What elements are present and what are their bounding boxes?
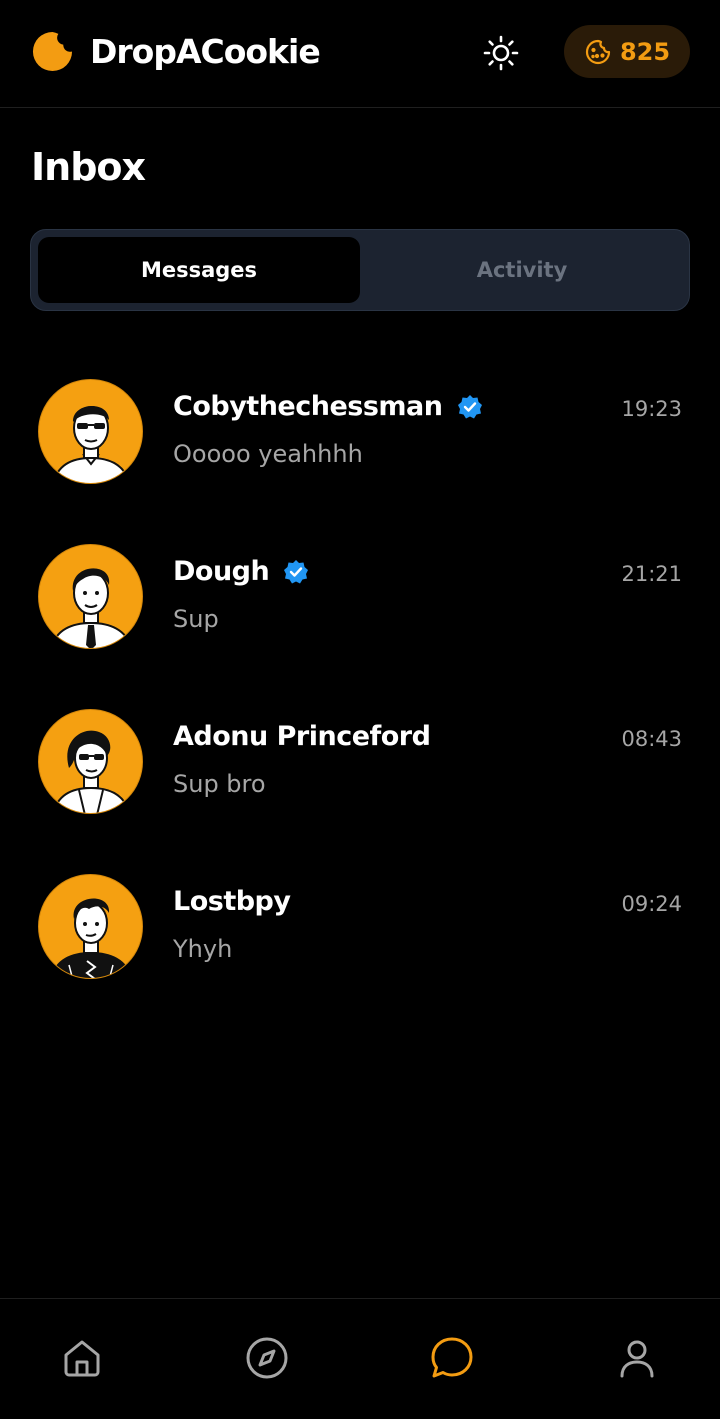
page-title: Inbox [31,145,146,189]
nav-explore[interactable] [244,1335,290,1381]
conversation-header: Adonu Princeford [173,721,431,752]
brand[interactable]: DropACookie [31,30,321,73]
conversation-item[interactable]: Lostbpy Yhyh 09:24 [0,874,720,1024]
contact-name: Lostbpy [173,886,291,917]
contact-name: Dough [173,556,270,587]
avatar [38,874,143,979]
tab-activity[interactable]: Activity [361,237,683,303]
app-name: DropACookie [90,32,321,71]
conversation-item[interactable]: Adonu Princeford Sup bro 08:43 [0,709,720,859]
home-icon [64,1340,100,1377]
avatar [38,709,143,814]
inbox-tabs: Messages Activity [30,229,690,311]
message-time: 08:43 [621,727,682,751]
tab-messages[interactable]: Messages [38,237,360,303]
message-time: 21:21 [621,562,682,586]
theme-toggle-button[interactable] [478,30,524,76]
cookie-count: 825 [619,37,671,66]
verified-badge-icon [457,394,482,418]
cookie-logo-icon [32,31,73,72]
avatar [38,544,143,649]
avatar [38,379,143,484]
chat-bubble-icon [431,1337,473,1378]
verified-badge-icon [284,559,309,583]
conversation-header: Cobythechessman [173,391,483,422]
conversation-header: Dough [173,556,309,587]
app-header: DropACookie 825 [0,0,720,108]
app-root: DropACookie 825 Inbox Messages Activity … [0,0,720,1419]
cookie-icon [585,39,611,64]
sun-icon [483,35,519,71]
last-message: Ooooo yeahhhh [173,440,363,468]
message-time: 19:23 [621,397,682,421]
conversation-item[interactable]: Cobythechessman Ooooo yeahhhh 19:23 [0,379,720,529]
nav-profile[interactable] [614,1335,660,1381]
last-message: Sup [173,605,219,633]
nav-home[interactable] [59,1335,105,1381]
cookie-balance-badge[interactable]: 825 [564,25,690,78]
message-time: 09:24 [621,892,682,916]
nav-messages[interactable] [429,1335,475,1381]
bottom-navigation [0,1298,720,1419]
last-message: Sup bro [173,770,266,798]
contact-name: Cobythechessman [173,391,443,422]
contact-name: Adonu Princeford [173,721,431,752]
last-message: Yhyh [173,935,233,963]
conversation-item[interactable]: Dough Sup 21:21 [0,544,720,694]
compass-icon [246,1337,288,1379]
conversation-header: Lostbpy [173,886,291,917]
user-icon [620,1340,654,1378]
